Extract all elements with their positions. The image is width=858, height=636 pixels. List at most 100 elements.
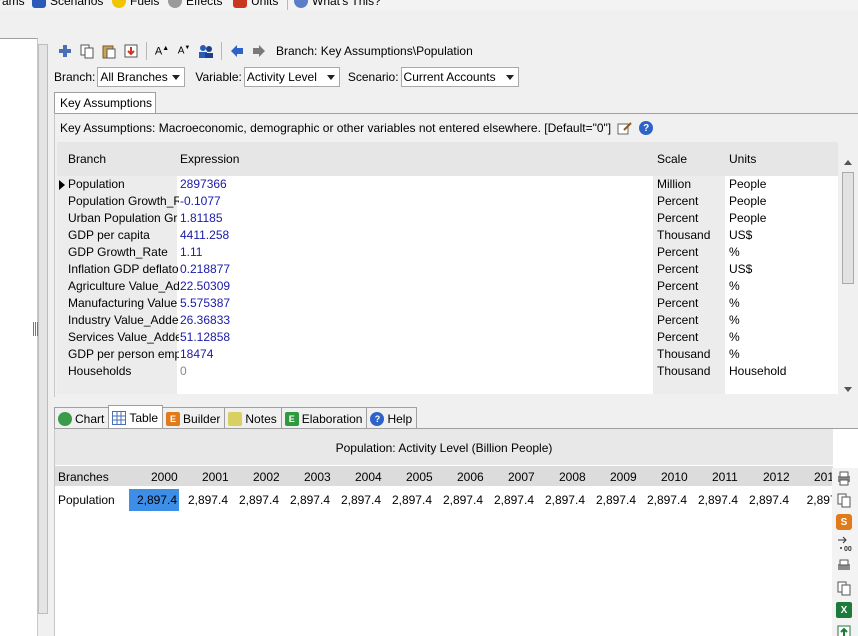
tree-panel[interactable] <box>0 38 38 636</box>
cell-branch[interactable]: Manufacturing Value <box>68 296 179 310</box>
scroll-down-icon[interactable] <box>844 387 852 392</box>
edit-default-icon[interactable] <box>617 121 633 135</box>
copy-data-button[interactable] <box>836 580 852 596</box>
branch-filter-select[interactable]: All Branches <box>97 67 186 87</box>
scroll-up-icon[interactable] <box>844 160 852 165</box>
copy-button[interactable] <box>76 40 98 62</box>
cell-value[interactable]: 2,897.4 <box>282 493 332 507</box>
cell-branch[interactable]: GDP per capita <box>68 228 179 242</box>
cell-scale[interactable]: Thousand <box>657 347 727 361</box>
print-button[interactable] <box>836 470 852 486</box>
paste-button[interactable] <box>98 40 120 62</box>
scenarios-button[interactable]: S <box>836 514 852 530</box>
cell-scale[interactable]: Percent <box>657 194 727 208</box>
cell-value[interactable]: 2,897.4 <box>741 493 791 507</box>
cell-branch[interactable]: Agriculture Value_Ad <box>68 279 179 293</box>
cell-scale[interactable]: Percent <box>657 245 727 259</box>
table-row[interactable]: Agriculture Value_Ad 22.50309 Percent% <box>57 278 838 295</box>
menu-item-units[interactable]: Units <box>233 0 278 8</box>
expressions-grid[interactable]: Branch Expression Scale Units Population… <box>57 142 838 394</box>
column-header-year[interactable]: 201 <box>814 470 833 484</box>
table-row[interactable]: Services Value_Adde 51.12858 Percent% <box>57 329 838 346</box>
column-header-year[interactable]: 2002 <box>253 470 280 484</box>
table-row[interactable]: Inflation GDP deflato 0.218877 Percent US$ <box>57 261 838 278</box>
column-header-year[interactable]: 2010 <box>661 470 688 484</box>
cell-scale[interactable]: Percent <box>657 296 727 310</box>
menu-item-effects[interactable]: Effects <box>168 0 222 8</box>
export-button[interactable] <box>836 624 852 636</box>
cell-branch[interactable]: Industry Value_Adde <box>68 313 179 327</box>
cell-scale[interactable]: Thousand <box>657 364 727 378</box>
column-header-scale[interactable]: Scale <box>657 152 687 166</box>
table-row[interactable]: Population 2,897.4 2,897.4 2,897.4 2,897.4 2… <box>55 489 833 511</box>
tree-scrollbar[interactable] <box>38 38 48 636</box>
copy-table-button[interactable] <box>836 492 852 508</box>
tab-notes[interactable]: Notes <box>224 407 282 428</box>
cell-value[interactable]: 2,897.4 <box>537 493 587 507</box>
cell-expression[interactable]: 51.12858 <box>180 330 650 344</box>
cell-units[interactable]: US$ <box>729 228 839 242</box>
column-header-year[interactable]: 2012 <box>763 470 790 484</box>
users-button[interactable] <box>195 40 217 62</box>
table-row[interactable]: Population Growth_R -0.1077 Percent People <box>57 193 838 210</box>
grid-scrollbar-thumb[interactable] <box>842 172 854 284</box>
cell-value[interactable]: 2,897.4 <box>588 493 638 507</box>
cell-branch[interactable]: Inflation GDP deflato <box>68 262 179 276</box>
table-row[interactable]: Manufacturing Value 5.575387 Percent% <box>57 295 838 312</box>
print-preview-button[interactable] <box>836 558 852 574</box>
forward-button[interactable] <box>248 40 270 62</box>
cell-scale[interactable]: Million <box>657 177 727 191</box>
cell-branch[interactable]: Population Growth_R <box>68 194 179 208</box>
tab-key-assumptions[interactable]: Key Assumptions <box>54 92 156 114</box>
cell-units[interactable]: People <box>729 194 839 208</box>
cell-value[interactable]: 2,897.4 <box>129 489 179 511</box>
back-button[interactable] <box>226 40 248 62</box>
cell-units[interactable]: People <box>729 211 839 225</box>
table-row[interactable]: Industry Value_Adde 26.36833 Percent% <box>57 312 838 329</box>
tree-scrollbar-thumb[interactable] <box>38 44 48 614</box>
column-header-year[interactable]: 2011 <box>712 470 738 484</box>
cell-branch[interactable]: Households <box>68 364 179 378</box>
tab-table[interactable]: Table <box>108 405 164 428</box>
cell-branch[interactable]: GDP per person emp <box>68 347 179 361</box>
column-header-year[interactable]: 2008 <box>559 470 586 484</box>
cell-units[interactable]: % <box>729 347 839 361</box>
column-header-branches[interactable]: Branches <box>58 470 109 484</box>
cell-units[interactable]: US$ <box>729 262 839 276</box>
increase-font-button[interactable]: A▲ <box>151 40 173 62</box>
table-row[interactable]: GDP per person emp 18474 Thousand% <box>57 346 838 363</box>
cell-scale[interactable]: Thousand <box>657 228 727 242</box>
cell-value[interactable]: 2,897.4 <box>384 493 434 507</box>
cell-expression[interactable]: 1.11 <box>180 245 650 259</box>
cell-expression[interactable]: 5.575387 <box>180 296 650 310</box>
column-header-year[interactable]: 2001 <box>202 470 229 484</box>
cell-units[interactable]: % <box>729 279 839 293</box>
cell-expression[interactable]: 4411.258 <box>180 228 650 242</box>
column-header-year[interactable]: 2000 <box>151 470 178 484</box>
column-header-year[interactable]: 2006 <box>457 470 484 484</box>
cell-value[interactable]: 2,897.4 <box>231 493 281 507</box>
cell-value[interactable]: 2,897.4 <box>486 493 536 507</box>
import-button[interactable] <box>120 40 142 62</box>
menu-item-scenarios[interactable]: Scenarios <box>32 0 103 8</box>
table-row[interactable]: GDP Growth_Rate 1.11 Percent% <box>57 244 838 261</box>
tab-help[interactable]: ? Help <box>366 407 418 428</box>
column-header-units[interactable]: Units <box>729 152 756 166</box>
column-header-year[interactable]: 2004 <box>355 470 382 484</box>
cell-value[interactable]: 2,897.4 <box>180 493 230 507</box>
grid-scrollbar[interactable] <box>841 156 855 396</box>
cell-branch[interactable]: Services Value_Adde <box>68 330 179 344</box>
table-row[interactable]: GDP per capita 4411.258 Thousand US$ <box>57 227 838 244</box>
cell-expression[interactable]: 26.36833 <box>180 313 650 327</box>
cell-expression[interactable]: -0.1077 <box>180 194 650 208</box>
cell-value[interactable]: 2,897.4 <box>639 493 689 507</box>
column-header-year[interactable]: 2005 <box>406 470 433 484</box>
cell-scale[interactable]: Percent <box>657 330 727 344</box>
variable-filter-select[interactable]: Activity Level <box>243 67 340 87</box>
cell-value[interactable]: 2,897.4 <box>333 493 383 507</box>
tab-chart[interactable]: Chart <box>54 407 110 428</box>
cell-branch[interactable]: Urban Population Gr <box>68 211 179 225</box>
column-header-year[interactable]: 2003 <box>304 470 331 484</box>
column-header-expression[interactable]: Expression <box>180 152 239 166</box>
decrease-font-button[interactable]: A▼ <box>173 40 195 62</box>
